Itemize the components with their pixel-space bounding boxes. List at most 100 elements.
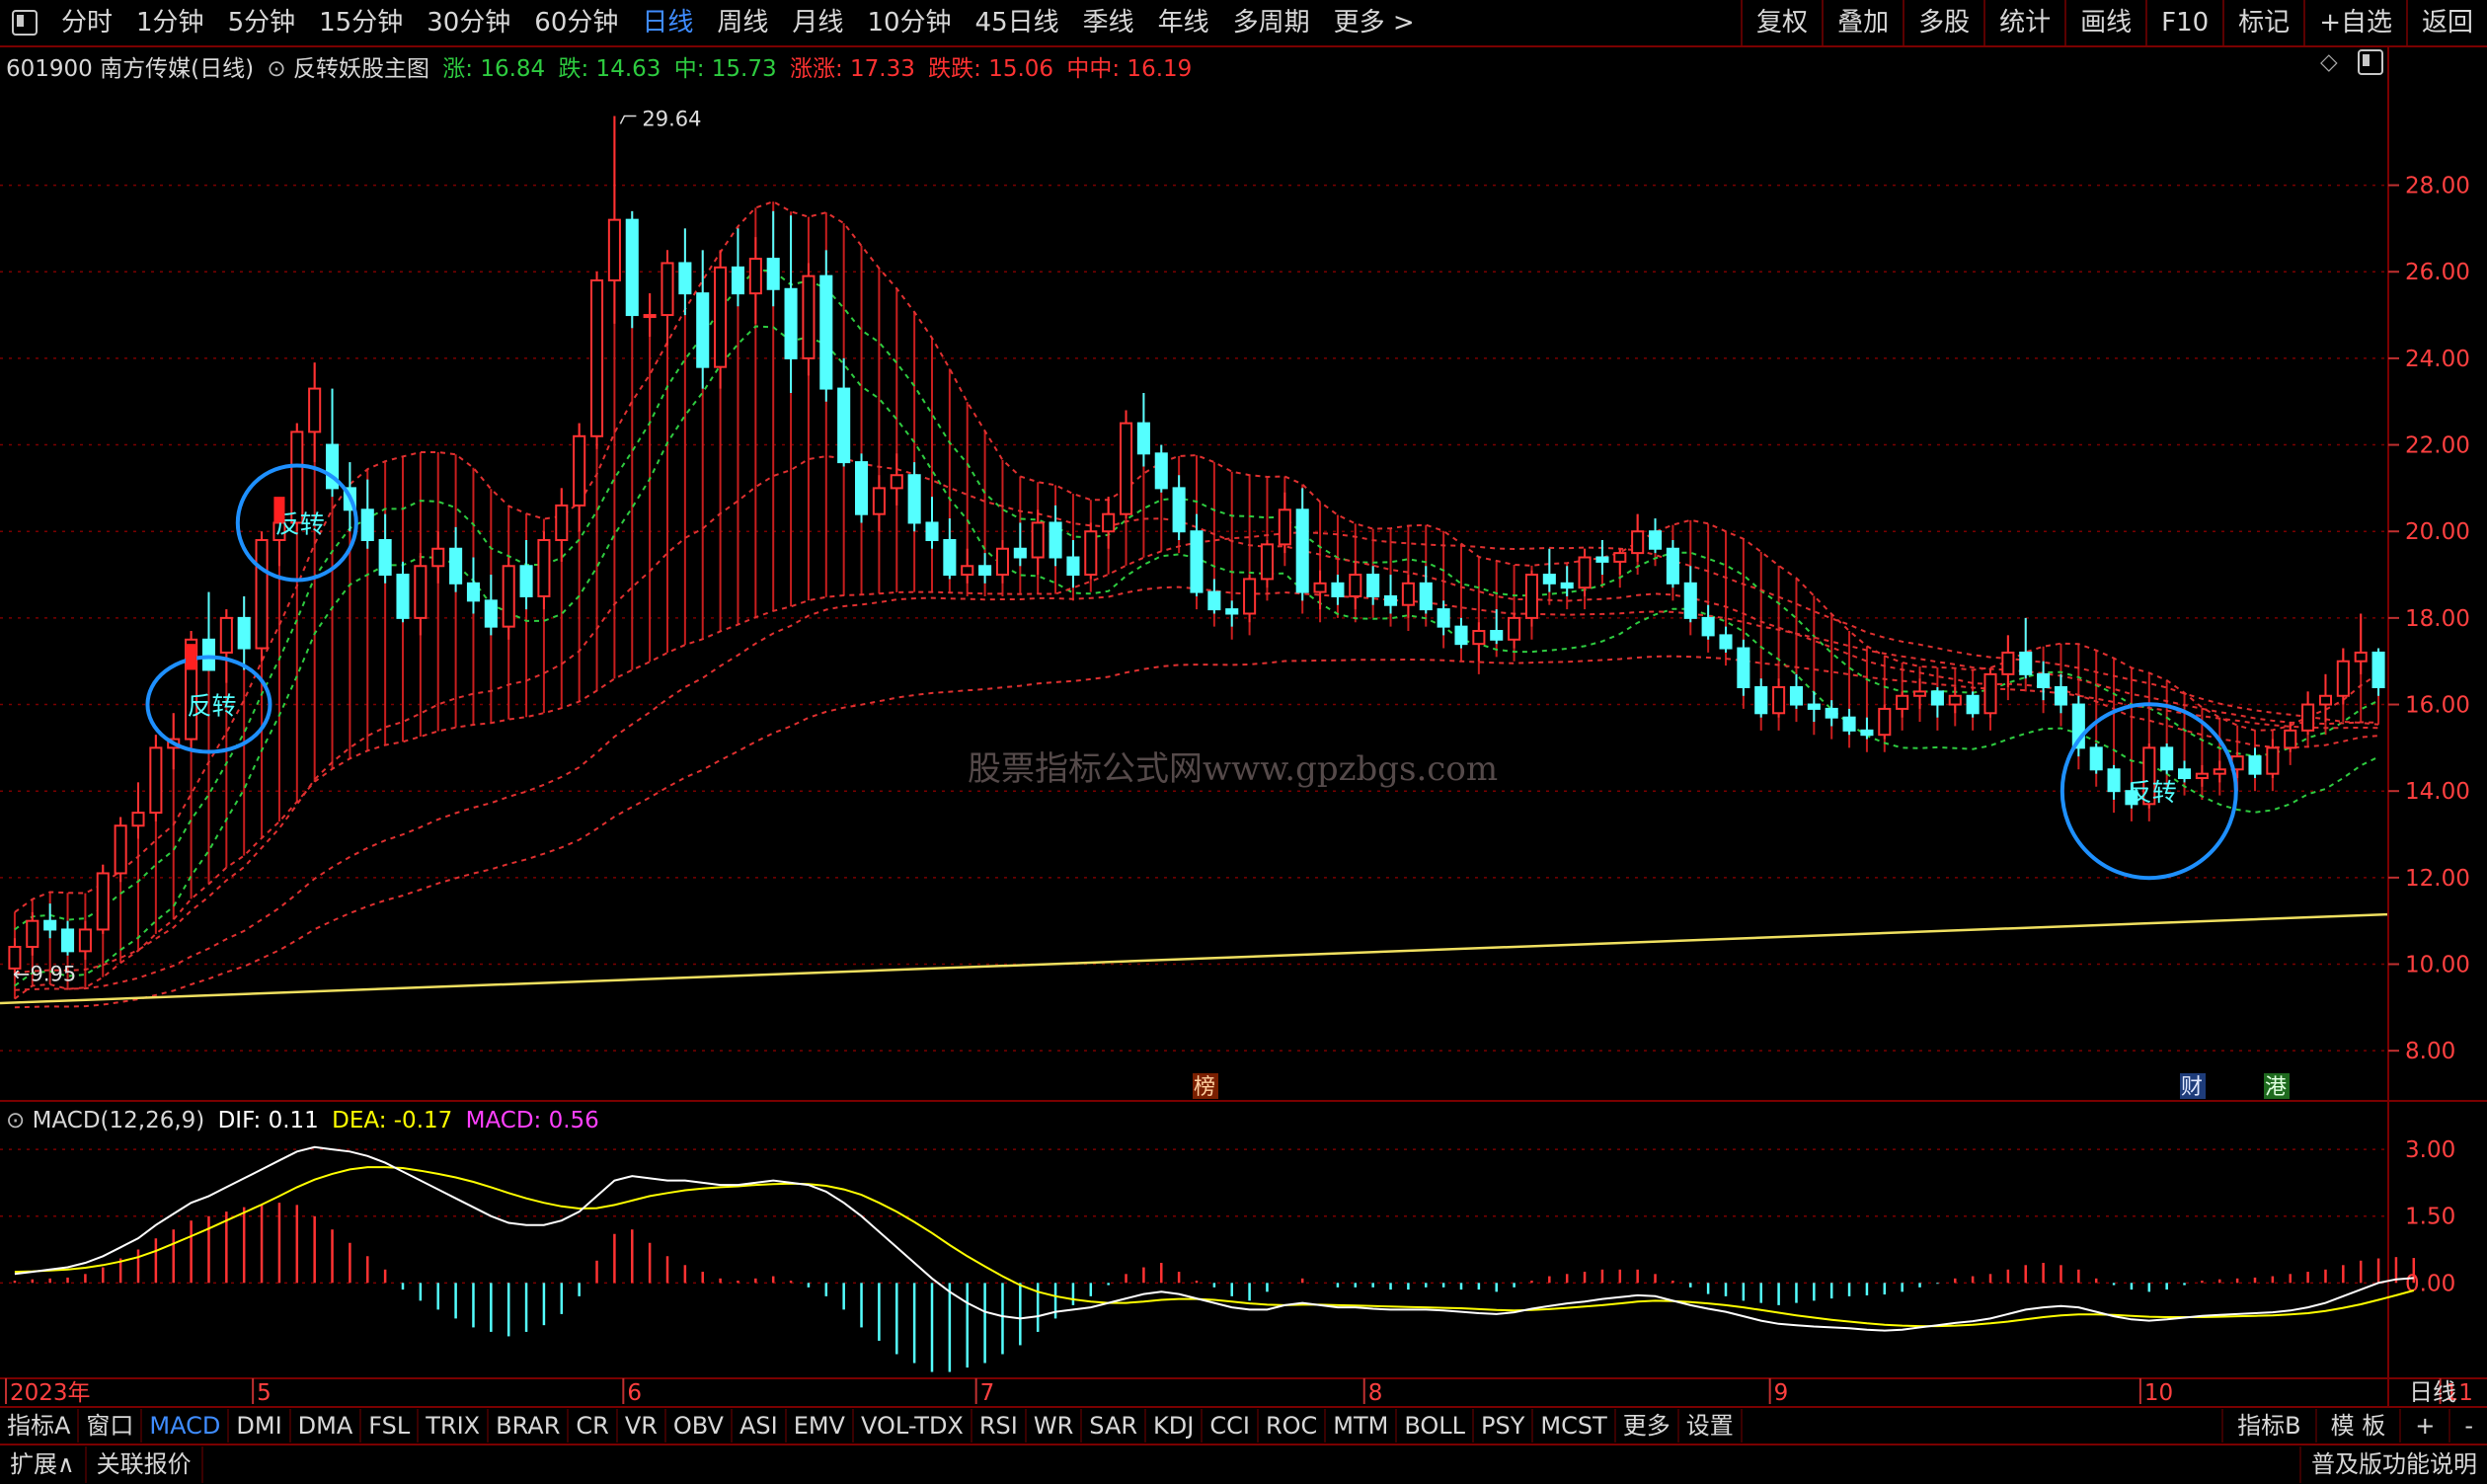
candle-body[interactable] bbox=[1807, 703, 1821, 710]
cai-marker[interactable]: 财 bbox=[2181, 1075, 2203, 1100]
candle-body[interactable] bbox=[890, 474, 903, 490]
candle-body[interactable] bbox=[766, 258, 780, 290]
indicator-tab-1[interactable]: 窗口 bbox=[79, 1409, 143, 1443]
candle-body[interactable] bbox=[555, 504, 569, 541]
price-chart[interactable]: 28.00 26.00 24.00 22.00 20.00 18.00 16.00 14.00… bbox=[0, 0, 2487, 1406]
indicator-tab-4[interactable]: DMA bbox=[291, 1409, 362, 1443]
candle-body[interactable] bbox=[2054, 686, 2068, 706]
candle-body[interactable] bbox=[1102, 512, 1116, 533]
candle-body[interactable] bbox=[2301, 703, 2315, 732]
candle-body[interactable] bbox=[1719, 634, 1733, 650]
candle-body[interactable] bbox=[308, 387, 322, 433]
indicator-tab-12[interactable]: EMV bbox=[787, 1409, 854, 1443]
candle-body[interactable] bbox=[26, 919, 39, 948]
candle-body[interactable] bbox=[1666, 547, 1679, 585]
candle-body[interactable] bbox=[714, 266, 728, 368]
candle-body[interactable] bbox=[1683, 582, 1697, 619]
candle-body[interactable] bbox=[1437, 608, 1450, 628]
bang-marker[interactable]: 榜 bbox=[1194, 1075, 1215, 1100]
candle-body[interactable] bbox=[149, 746, 163, 815]
indicator-tab-2[interactable]: MACD bbox=[142, 1409, 230, 1443]
candle-body[interactable] bbox=[819, 274, 833, 390]
candle-body[interactable] bbox=[607, 218, 621, 281]
candle-body[interactable] bbox=[1983, 672, 1997, 715]
candle-body[interactable] bbox=[519, 565, 533, 597]
linked-quote-button[interactable]: 关联报价 bbox=[87, 1446, 203, 1483]
candle-body[interactable] bbox=[2001, 651, 2015, 675]
candle-body[interactable] bbox=[995, 547, 1010, 577]
candle-body[interactable] bbox=[784, 287, 798, 359]
candle-body[interactable] bbox=[131, 812, 145, 827]
candle-body[interactable] bbox=[1383, 594, 1398, 606]
candle-body[interactable] bbox=[2213, 768, 2226, 775]
candle-body[interactable] bbox=[837, 387, 851, 464]
template-tab-0[interactable]: 指标B bbox=[2221, 1409, 2314, 1443]
candle-body[interactable] bbox=[1860, 729, 1874, 737]
candle-body[interactable] bbox=[1207, 590, 1221, 611]
candle-body[interactable] bbox=[1331, 582, 1345, 597]
candle-body[interactable] bbox=[925, 521, 939, 541]
candle-body[interactable] bbox=[96, 872, 110, 931]
candle-body[interactable] bbox=[1066, 556, 1080, 577]
candle-body[interactable] bbox=[1613, 552, 1627, 563]
indicator-tab-11[interactable]: ASI bbox=[733, 1409, 787, 1443]
candle-body[interactable] bbox=[1295, 508, 1309, 593]
indicator-tab-8[interactable]: CR bbox=[569, 1409, 618, 1443]
candle-body[interactable] bbox=[2019, 651, 2033, 675]
candle-body[interactable] bbox=[1454, 625, 1468, 646]
indicator-tab-10[interactable]: OBV bbox=[666, 1409, 733, 1443]
candle-body[interactable] bbox=[943, 538, 957, 577]
candle-body[interactable] bbox=[114, 824, 127, 875]
expand-button[interactable]: 扩展∧ bbox=[0, 1446, 87, 1483]
candle-body[interactable] bbox=[1825, 707, 1838, 719]
candle-body[interactable] bbox=[449, 547, 463, 585]
gang-marker[interactable]: 港 bbox=[2265, 1075, 2287, 1100]
candle-body[interactable] bbox=[1225, 608, 1239, 615]
candle-body[interactable] bbox=[2089, 746, 2103, 771]
collapse-icon[interactable]: ⊙ bbox=[6, 1108, 25, 1133]
candle-body[interactable] bbox=[872, 487, 886, 515]
candle-body[interactable] bbox=[1737, 647, 1750, 688]
candle-body[interactable] bbox=[1912, 690, 1927, 697]
candle-body[interactable] bbox=[1243, 578, 1257, 615]
candle-body[interactable] bbox=[414, 565, 427, 619]
indicator-tab-14[interactable]: RSI bbox=[972, 1409, 1027, 1443]
candle-body[interactable] bbox=[1930, 690, 1944, 706]
candle-body[interactable] bbox=[978, 565, 992, 577]
candle-body[interactable] bbox=[961, 565, 974, 577]
indicator-tab-21[interactable]: BOLL bbox=[1397, 1409, 1475, 1443]
candle-body[interactable] bbox=[748, 258, 762, 295]
template-tab-3[interactable]: - bbox=[2448, 1409, 2487, 1443]
candle-body[interactable] bbox=[1896, 694, 1909, 710]
indicator-tab-22[interactable]: PSY bbox=[1474, 1409, 1534, 1443]
candle-body[interactable] bbox=[2284, 729, 2297, 749]
indicator-tab-7[interactable]: BRAR bbox=[489, 1409, 570, 1443]
candle-body[interactable] bbox=[1313, 582, 1327, 593]
candle-body[interactable] bbox=[1560, 582, 1574, 589]
candle-body[interactable] bbox=[731, 266, 745, 295]
candle-body[interactable] bbox=[2354, 651, 2368, 663]
candle-body[interactable] bbox=[854, 461, 869, 515]
candle-body[interactable] bbox=[802, 274, 816, 359]
candle-body[interactable] bbox=[1190, 530, 1204, 593]
candle-body[interactable] bbox=[2177, 768, 2192, 780]
indicator-tab-23[interactable]: MCST bbox=[1533, 1409, 1616, 1443]
edition-info-link[interactable]: 普及版功能说明 bbox=[2299, 1446, 2487, 1483]
candle-body[interactable] bbox=[1154, 452, 1168, 490]
indicator-tab-20[interactable]: MTM bbox=[1326, 1409, 1398, 1443]
candle-body[interactable] bbox=[60, 928, 75, 953]
indicator-tab-5[interactable]: FSL bbox=[361, 1409, 420, 1443]
candle-body[interactable] bbox=[625, 218, 639, 317]
indicator-tab-3[interactable]: DMI bbox=[229, 1409, 291, 1443]
candle-body[interactable] bbox=[2336, 660, 2350, 697]
candle-body[interactable] bbox=[537, 538, 551, 597]
candle-body[interactable] bbox=[589, 279, 604, 437]
candle-body[interactable] bbox=[1278, 508, 1291, 546]
indicator-tab-24[interactable]: 更多 bbox=[1616, 1409, 1679, 1443]
candle-body[interactable] bbox=[1578, 556, 1592, 589]
candle-body[interactable] bbox=[1701, 616, 1715, 637]
candle-body[interactable] bbox=[1648, 530, 1663, 550]
candle-body[interactable] bbox=[43, 919, 57, 931]
candle-body[interactable] bbox=[1136, 422, 1150, 455]
indicator-tab-9[interactable]: VR bbox=[618, 1409, 666, 1443]
